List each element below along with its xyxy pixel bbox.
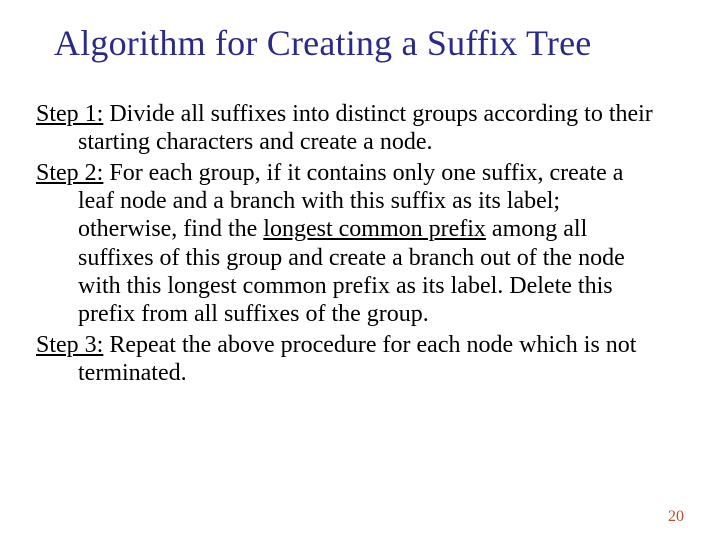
step-2-label: Step 2: <box>36 160 103 186</box>
step-3: Step 3: Repeat the above procedure for e… <box>36 331 664 388</box>
slide: Algorithm for Creating a Suffix Tree Ste… <box>0 0 720 540</box>
step-3-label: Step 3: <box>36 332 103 358</box>
longest-common-prefix-term: longest common prefix <box>263 216 486 242</box>
step-1: Step 1: Divide all suffixes into distinc… <box>36 100 664 157</box>
slide-body: Step 1: Divide all suffixes into distinc… <box>36 100 664 389</box>
page-number: 20 <box>668 508 684 526</box>
step-3-text: Repeat the above procedure for each node… <box>78 332 636 386</box>
slide-title: Algorithm for Creating a Suffix Tree <box>54 22 680 64</box>
step-2: Step 2: For each group, if it contains o… <box>36 159 664 329</box>
step-1-label: Step 1: <box>36 101 103 127</box>
step-1-text: Divide all suffixes into distinct groups… <box>78 101 653 155</box>
